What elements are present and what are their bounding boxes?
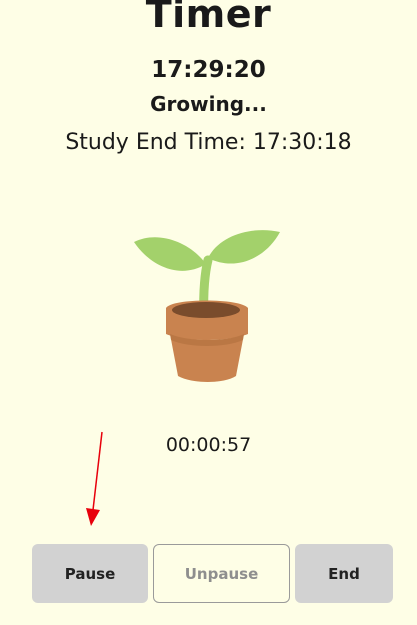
unpause-button[interactable]: Unpause <box>153 544 290 603</box>
elapsed-time: 00:00:57 <box>165 434 252 456</box>
page-title: Timer <box>145 0 272 36</box>
current-time: 17:29:20 <box>151 57 266 83</box>
annotation-arrow-icon <box>86 431 103 526</box>
status-text: Growing... <box>150 92 267 116</box>
pause-button[interactable]: Pause <box>32 544 148 603</box>
sprout-in-pot-icon <box>134 230 280 382</box>
end-button[interactable]: End <box>295 544 393 603</box>
study-end-time: Study End Time: 17:30:18 <box>65 130 352 155</box>
